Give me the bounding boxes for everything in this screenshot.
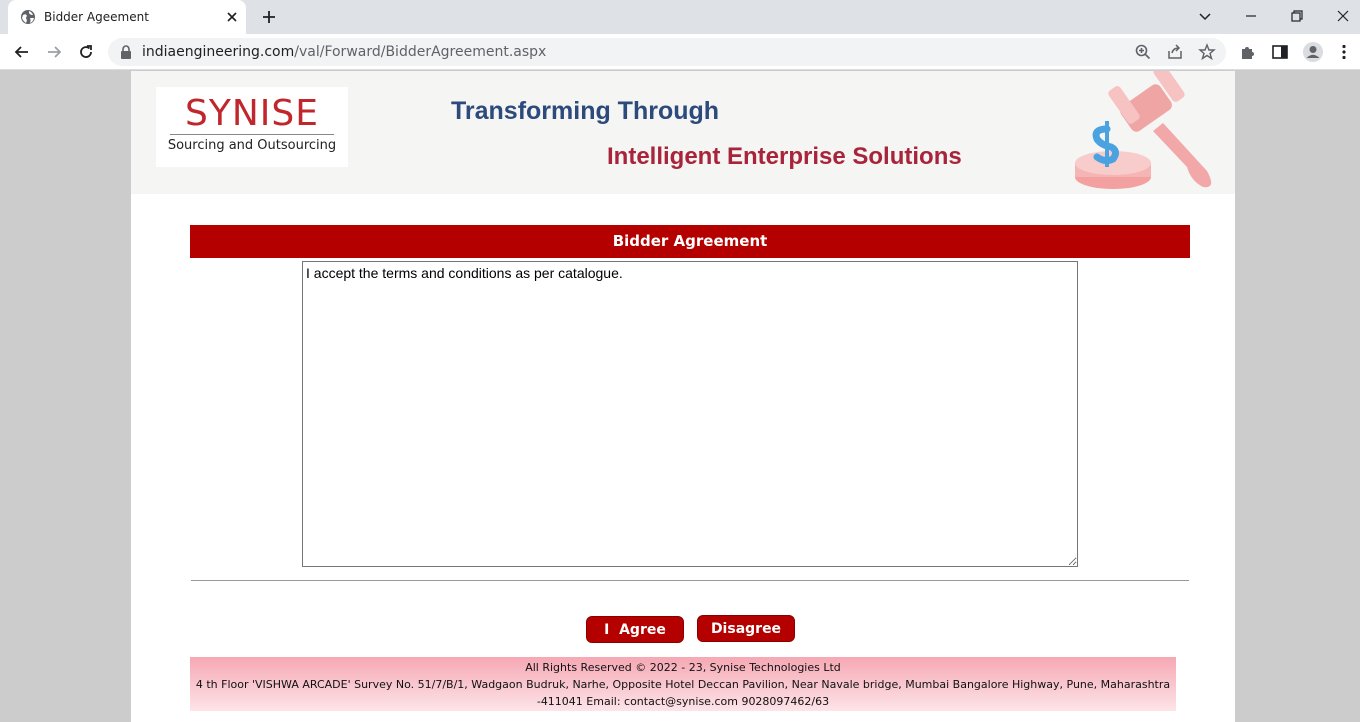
window-close-icon[interactable]: [1333, 6, 1353, 26]
profile-avatar-icon[interactable]: [1302, 41, 1324, 63]
footer-address: 4 th Floor 'VISHWA ARCADE' Survey No. 51…: [195, 678, 1171, 691]
browser-tab-bar: Bidder Ageement: [0, 0, 1360, 34]
reload-icon[interactable]: [76, 42, 96, 62]
close-icon[interactable]: [224, 9, 240, 25]
extensions-puzzle-icon[interactable]: [1239, 43, 1257, 61]
site-banner: SYNISE Sourcing and Outsourcing Transfor…: [131, 71, 1235, 194]
address-bar[interactable]: indiaengineering.com/val/Forward/BidderA…: [108, 38, 1226, 66]
back-arrow-icon[interactable]: [12, 42, 32, 62]
logo-divider: [170, 134, 334, 135]
zoom-icon[interactable]: [1134, 43, 1152, 61]
footer-contact: -411041 Email: contact@synise.com 902809…: [536, 695, 830, 708]
share-icon[interactable]: [1166, 43, 1184, 61]
browser-tab[interactable]: Bidder Ageement: [8, 0, 246, 34]
page-footer: All Rights Reserved © 2022 - 23, Synise …: [190, 657, 1176, 711]
new-tab-plus-icon[interactable]: [260, 8, 278, 26]
tab-title: Bidder Ageement: [44, 10, 149, 24]
banner-tagline-1: Transforming Through: [451, 97, 720, 125]
agreement-textarea[interactable]: I accept the terms and conditions as per…: [302, 261, 1078, 567]
page-content: SYNISE Sourcing and Outsourcing Transfor…: [131, 71, 1235, 722]
lock-icon[interactable]: [120, 45, 132, 59]
url-domain: indiaengineering.com: [142, 44, 295, 60]
side-panel-icon[interactable]: [1271, 43, 1289, 61]
agreement-header: Bidder Agreement: [190, 225, 1190, 258]
agree-button[interactable]: I Agree: [586, 616, 684, 643]
logo-tagline: Sourcing and Outsourcing: [167, 138, 337, 153]
auction-gavel-icon: [1075, 71, 1212, 189]
chevron-down-icon[interactable]: [1195, 6, 1215, 26]
kebab-menu-icon[interactable]: [1335, 43, 1353, 61]
url-path: /val/Forward/BidderAgreement.aspx: [294, 44, 547, 60]
horizontal-divider: [191, 580, 1189, 581]
banner-tagline-2: Intelligent Enterprise Solutions: [607, 143, 962, 170]
forward-arrow-icon[interactable]: [44, 42, 64, 62]
browser-toolbar: indiaengineering.com/val/Forward/BidderA…: [0, 34, 1360, 70]
disagree-button[interactable]: Disagree: [697, 615, 795, 642]
restore-icon[interactable]: [1287, 6, 1307, 26]
minimize-icon[interactable]: [1241, 6, 1261, 26]
star-icon[interactable]: [1198, 43, 1216, 61]
url-text[interactable]: indiaengineering.com/val/Forward/BidderA…: [142, 44, 546, 60]
logo-name: SYNISE: [185, 93, 319, 134]
globe-icon: [21, 10, 35, 24]
synise-logo[interactable]: SYNISE Sourcing and Outsourcing: [156, 87, 348, 167]
footer-copyright: All Rights Reserved © 2022 - 23, Synise …: [525, 661, 841, 674]
